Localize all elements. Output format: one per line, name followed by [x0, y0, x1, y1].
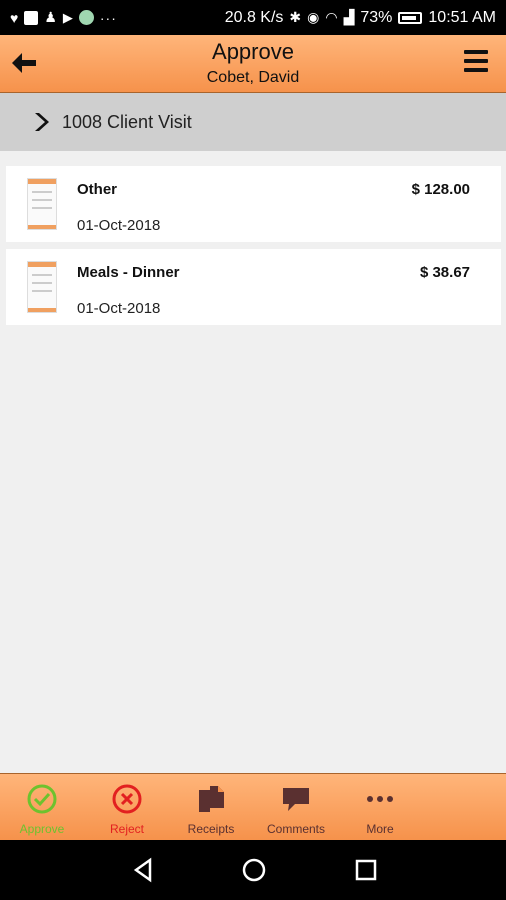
- x-circle-icon: [112, 784, 142, 814]
- receipt-thumbnail: [27, 261, 57, 313]
- menu-button[interactable]: [464, 50, 488, 72]
- check-circle-icon: [27, 784, 57, 814]
- comments-button[interactable]: Comments: [254, 784, 338, 840]
- status-bar: ♥ ♟ ▶ ··· 20.8 K/s ✱ ◉ ◠ ▟ 73% 10:51 AM: [0, 0, 506, 35]
- expense-date: 01-Oct-2018: [77, 300, 161, 317]
- expense-amount: $ 128.00: [411, 181, 470, 198]
- receipts-button[interactable]: Receipts: [169, 784, 253, 840]
- comments-label: Comments: [266, 822, 325, 836]
- battery-icon: [398, 11, 423, 24]
- chevron-right-icon: [35, 113, 49, 131]
- notification-icons: ♥ ♟ ▶ ···: [10, 9, 117, 26]
- expense-item[interactable]: Meals - Dinner $ 38.67 01-Oct-2018: [6, 249, 501, 325]
- expense-item[interactable]: Other $ 128.00 01-Oct-2018: [6, 166, 501, 242]
- approve-label: Approve: [19, 822, 65, 836]
- report-title: 1008 Client Visit: [62, 111, 192, 132]
- clock: 10:51 AM: [428, 8, 496, 26]
- recents-square-icon[interactable]: [350, 855, 382, 885]
- bluetooth-icon: ✱: [289, 9, 302, 25]
- image-icon: [24, 10, 39, 25]
- system-nav-bar: [0, 840, 506, 900]
- signal-icon: ▟: [343, 9, 355, 25]
- figure-icon: ♟: [44, 9, 57, 25]
- wifi-icon: ◠: [325, 9, 338, 25]
- eye-icon: ◉: [307, 9, 320, 25]
- receipts-label: Receipts: [187, 822, 235, 836]
- expense-amount: $ 38.67: [419, 264, 470, 281]
- network-speed: 20.8 K/s: [224, 8, 284, 26]
- reject-label: Reject: [109, 822, 144, 836]
- page-title: Approve: [212, 39, 294, 64]
- heart-icon: ♥: [10, 9, 19, 26]
- page-subtitle: Cobet, David: [206, 69, 300, 86]
- more-button[interactable]: More: [338, 784, 422, 840]
- more-notifications-icon: ···: [99, 9, 117, 26]
- battery-percent: 73%: [360, 8, 393, 26]
- documents-icon: [199, 786, 224, 812]
- expense-category: Other: [77, 181, 118, 198]
- receipt-thumbnail: [27, 178, 57, 230]
- action-toolbar: Approve Reject Receipts Comments More: [0, 773, 506, 840]
- play-icon: ▶: [62, 9, 73, 25]
- more-label: More: [366, 822, 394, 836]
- hamburger-icon: [464, 50, 488, 54]
- expense-date: 01-Oct-2018: [77, 217, 161, 234]
- reject-button[interactable]: Reject: [85, 784, 169, 840]
- expense-category: Meals - Dinner: [77, 264, 180, 281]
- approve-button[interactable]: Approve: [0, 784, 84, 840]
- hamburger-icon-line: [464, 59, 488, 63]
- hamburger-icon-line: [464, 68, 488, 72]
- home-circle-icon[interactable]: [238, 855, 270, 885]
- report-section-header[interactable]: 1008 Client Visit: [0, 93, 506, 151]
- expense-list: Other $ 128.00 01-Oct-2018 Meals - Dinne…: [6, 166, 501, 332]
- back-triangle-icon[interactable]: [128, 855, 160, 885]
- more-dots-icon: [367, 796, 393, 802]
- app-icon: [78, 10, 94, 25]
- app-header: Approve Cobet, David: [0, 35, 506, 93]
- speech-bubble-icon: [283, 788, 309, 811]
